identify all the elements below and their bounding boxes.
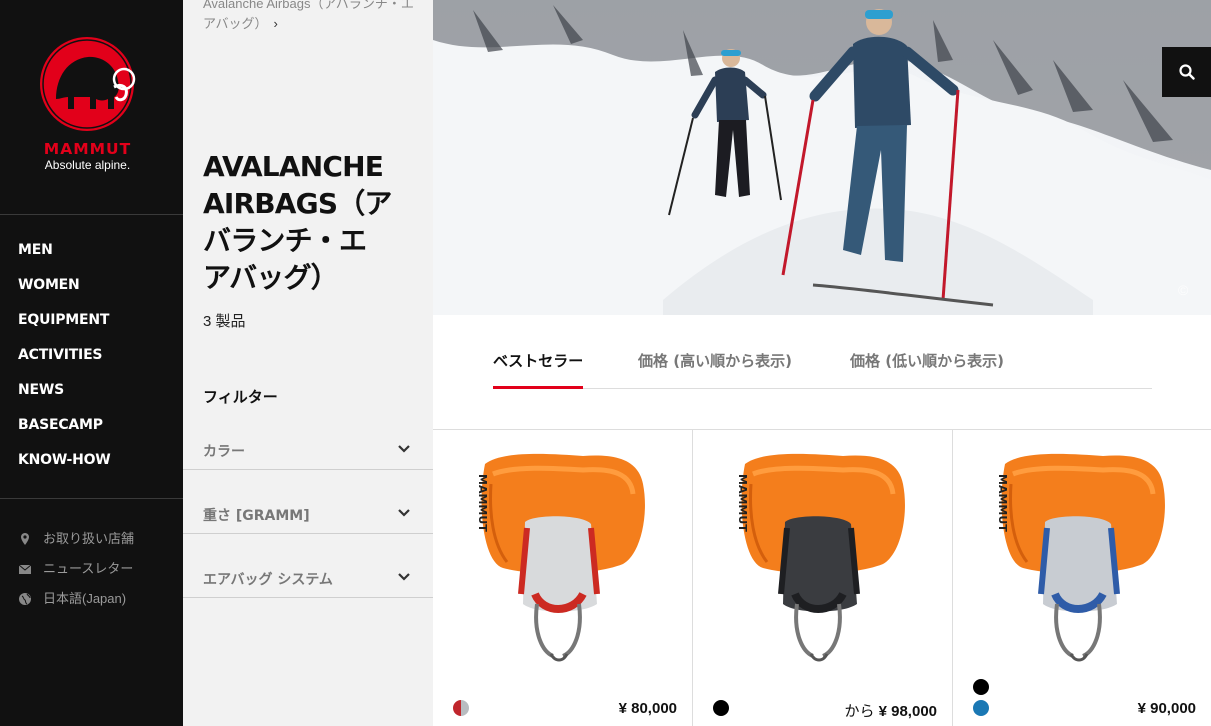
product-card[interactable]: MAMMUT ¥ 90,000 [953,430,1211,726]
product-image[interactable]: MAMMUT [463,444,663,666]
page-title-line: アバッグ） [203,261,339,294]
color-swatch[interactable] [713,700,729,716]
globe-icon [19,593,31,605]
nav-item-men[interactable]: MEN [0,240,183,275]
product-image[interactable]: MAMMUT [983,444,1183,666]
facet-color[interactable]: カラー [183,430,433,470]
newsletter-label: ニュースレター [43,561,134,576]
product-image[interactable]: MAMMUT [723,444,923,666]
price-value: ¥ 98,000 [878,703,937,720]
facet-label: エアバッグ システム [203,572,333,588]
chevron-right-icon: › [273,16,278,31]
page-title-line: バランチ・エ [203,224,367,257]
svg-text:MAMMUT: MAMMUT [996,474,1009,532]
nav-item-activities[interactable]: ACTIVITIES [0,345,183,380]
price-value: ¥ 90,000 [1137,700,1196,717]
location-pin-icon [21,533,29,545]
page-title: AVALANCHE AIRBAGS（ア バランチ・エ アバッグ） [203,148,423,296]
hero-image [433,0,1211,315]
search-button[interactable] [1162,47,1211,97]
main-sidebar: MAMMUT Absolute alpine. MEN WOMEN EQUIPM… [0,0,183,726]
chevron-down-icon [398,573,410,581]
nav-item-equipment[interactable]: EQUIPMENT [0,310,183,345]
facet-label: カラー [203,444,245,460]
tab-bestseller[interactable]: ベストセラー [493,350,584,389]
language-label: 日本語(Japan) [43,591,127,606]
brand-tagline: Absolute alpine. [44,158,131,172]
product-count: 3 製品 [203,313,246,330]
filter-heading: フィルター [203,388,278,406]
main-nav: MEN WOMEN EQUIPMENT ACTIVITIES NEWS BASE… [0,215,183,499]
product-card[interactable]: MAMMUT ¥ 80,000 [433,430,693,726]
facet-airbag-system[interactable]: エアバッグ システム [183,558,433,598]
newsletter-link[interactable]: ニュースレター [0,554,183,584]
hero-photo [433,0,1211,315]
color-swatch[interactable] [973,700,989,716]
mammoth-logo-icon [40,37,136,131]
store-locator-link[interactable]: お取り扱い店舗 [0,524,183,554]
breadcrumb[interactable]: Avalanche Airbags（アバランチ・エ アバッグ） › [203,0,423,34]
page-title-line: AVALANCHE [203,150,384,183]
nav-item-basecamp[interactable]: BASECAMP [0,415,183,450]
chevron-down-icon [398,509,410,517]
store-locator-label: お取り扱い店舗 [43,531,135,546]
color-swatch[interactable] [973,679,989,695]
breadcrumb-line-1: Avalanche Airbags（アバランチ・エ [203,0,414,11]
language-link[interactable]: 日本語(Japan) [0,584,183,614]
envelope-icon [18,564,32,574]
price-prefix: から [844,703,879,720]
tab-price-low-to-high[interactable]: 価格 (低い順から表示) [850,350,1004,388]
svg-text:MAMMUT: MAMMUT [476,474,489,532]
filter-panel: Avalanche Airbags（アバランチ・エ アバッグ） › AVALANC… [183,0,433,726]
product-price: から ¥ 98,000 [844,700,937,721]
chevron-down-icon [398,445,410,453]
sort-tabs: ベストセラー 価格 (高い順から表示) 価格 (低い順から表示) [493,340,1152,389]
brand-logo[interactable]: MAMMUT Absolute alpine. [0,0,183,215]
product-card[interactable]: MAMMUT から ¥ 98,000 [693,430,953,726]
nav-item-know-how[interactable]: KNOW-HOW [0,450,183,485]
price-value: ¥ 80,000 [618,700,677,717]
nav-item-news[interactable]: NEWS [0,380,183,415]
product-price: ¥ 90,000 [1138,700,1196,717]
copyright-mark[interactable]: © [1178,282,1188,298]
page-title-line: AIRBAGS（ア [203,187,392,220]
facet-weight[interactable]: 重さ [GRAMM] [183,494,433,534]
facet-label: 重さ [GRAMM] [203,508,310,524]
brand-wordmark: MAMMUT [43,140,132,158]
tab-price-high-to-low[interactable]: 価格 (高い順から表示) [638,350,792,388]
utility-links: お取り扱い店舗 ニュースレター 日本語(Japan) [0,499,183,614]
product-price: ¥ 80,000 [619,700,677,717]
color-swatch[interactable] [453,700,469,716]
svg-text:MAMMUT: MAMMUT [736,474,749,532]
nav-item-women[interactable]: WOMEN [0,275,183,310]
search-icon [1178,64,1195,80]
breadcrumb-line-2: アバッグ） [203,16,268,31]
